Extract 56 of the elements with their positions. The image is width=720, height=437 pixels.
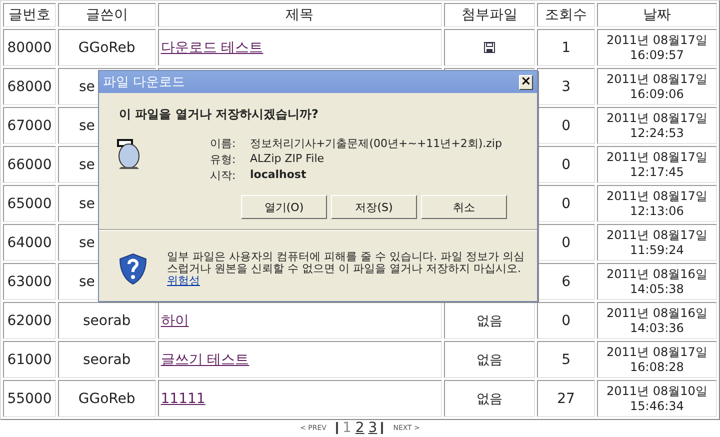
shield-question-icon	[119, 253, 147, 285]
field-label: 시작:	[210, 168, 237, 183]
writer-cell: seorab	[58, 341, 156, 378]
number-cell: 65000	[3, 185, 56, 222]
column-header: 글쓴이	[58, 3, 156, 27]
date-text: 2011년 08월16일 14:05:38	[606, 266, 708, 296]
dialog-button[interactable]: 취소	[421, 195, 507, 219]
date-text: 2011년 08월17일 12:17:45	[606, 150, 708, 180]
date-text: 2011년 08월17일 16:08:28	[606, 344, 708, 374]
date-text: 2011년 08월17일 11:59:24	[606, 228, 708, 258]
date-text: 2011년 08월17일 16:09:57	[606, 32, 708, 62]
number-cell: 62000	[3, 302, 56, 339]
column-header: 제목	[158, 3, 442, 27]
warning-text: 일부 파일은 사용자의 컴퓨터에 피해를 줄 수 있습니다. 파일 정보가 의심스럽거나 원본을 신뢰할 수 없으면 이 파일을 열거나 저장하지 마십시오. 위험성	[167, 251, 526, 287]
number-cell: 66000	[3, 146, 56, 183]
field-value: 정보처리기사+기출문제(00년+~+11년+2회).zip	[250, 136, 502, 151]
number-cell: 55000	[3, 380, 56, 417]
date-text: 2011년 08월17일 12:13:06	[606, 188, 708, 218]
number-cell: 61000	[3, 341, 56, 378]
views-cell: 0	[537, 302, 595, 339]
column-header: 날짜	[596, 3, 717, 27]
attachment-text: 없음	[476, 314, 502, 328]
column-header: 조회수	[537, 3, 595, 27]
risk-link[interactable]: 위험성	[167, 274, 200, 287]
date-text: 2011년 08월16일 14:03:36	[606, 306, 708, 336]
number-cell: 63000	[3, 263, 56, 300]
views-cell: 27	[537, 380, 595, 417]
attachment-text: 없음	[476, 392, 502, 406]
column-header: 글번호	[3, 3, 56, 27]
post-title-link[interactable]: 다운로드 테스트	[160, 40, 264, 56]
page-link[interactable]: 2	[355, 422, 364, 434]
dialog-button[interactable]: 저장(S)	[331, 195, 417, 219]
number-cell: 80000	[3, 29, 56, 66]
post-title-link[interactable]: 글쓰기 테스트	[160, 352, 250, 368]
column-header: 첨부파일	[444, 3, 536, 27]
field-value: ALZip ZIP File	[250, 152, 324, 167]
views-cell: 5	[537, 341, 595, 378]
number-cell: 68000	[3, 68, 56, 105]
views-cell: 1	[537, 29, 595, 66]
date-text: 2011년 08월17일 16:09:06	[606, 72, 708, 102]
close-button[interactable]: ×	[519, 74, 533, 90]
post-title-link[interactable]: 하이	[160, 312, 189, 328]
field-label: 이름:	[210, 136, 237, 151]
writer-cell: GGoReb	[58, 380, 156, 417]
writer-cell: GGoReb	[58, 29, 156, 66]
number-cell: 67000	[3, 107, 56, 144]
field-value: localhost	[250, 168, 306, 183]
page-link[interactable]: 3	[368, 422, 378, 434]
dialog-button[interactable]: 열기(O)	[241, 195, 327, 219]
number-cell: 64000	[3, 224, 56, 261]
attachment-text: 없음	[476, 352, 502, 368]
field-label: 유형:	[210, 152, 237, 167]
date-text: 2011년 08월17일 12:24:53	[606, 110, 708, 140]
page-link[interactable]: 1	[342, 422, 352, 434]
post-title-link[interactable]: 11111	[160, 390, 206, 406]
date-text: 2011년 08월10일 15:46:34	[606, 384, 708, 414]
